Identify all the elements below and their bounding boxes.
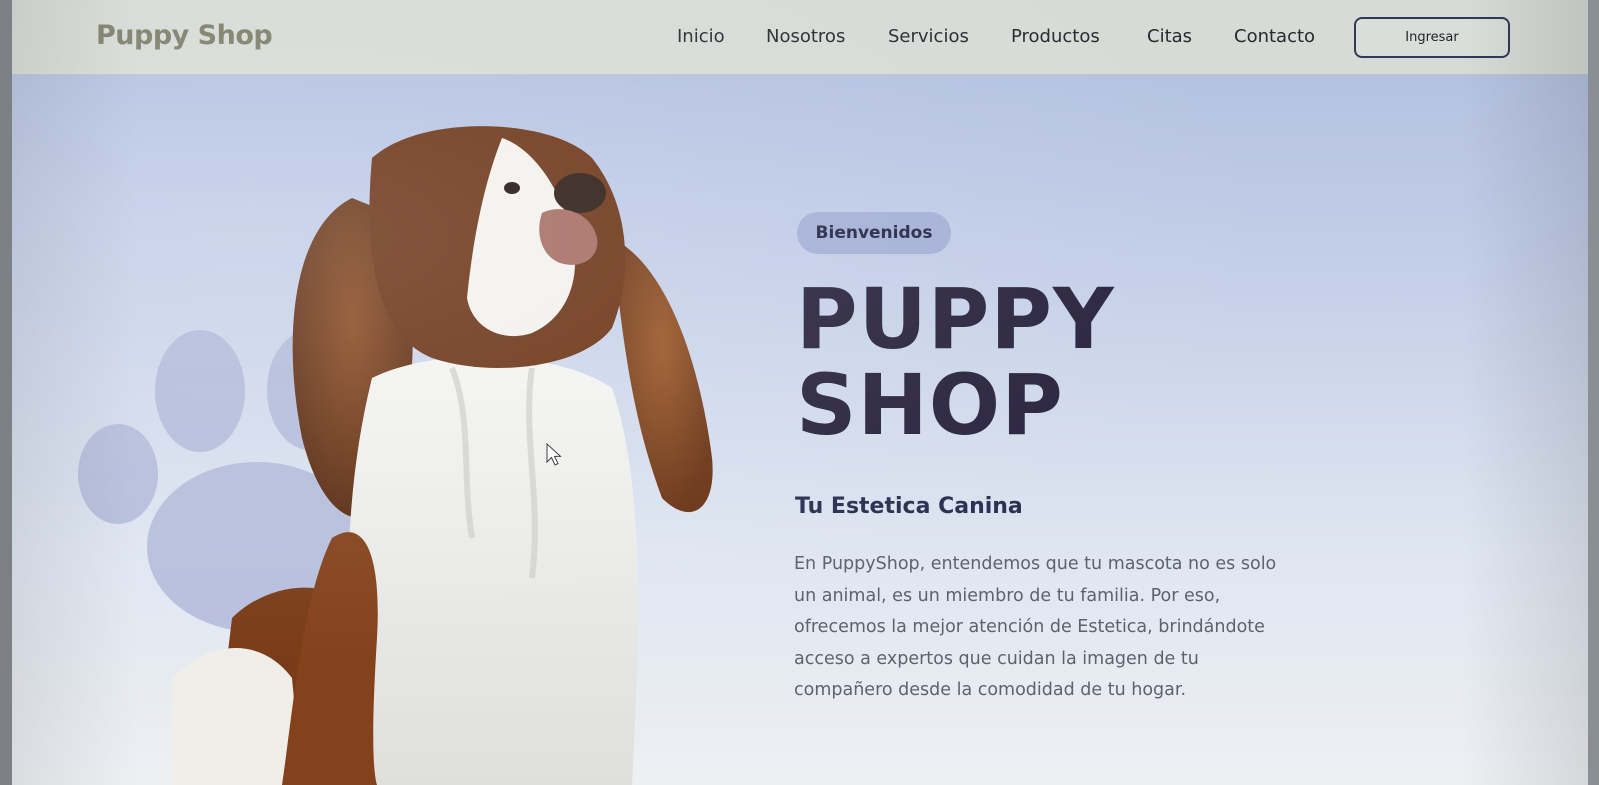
- nav-item-contacto[interactable]: Contacto: [1234, 26, 1315, 47]
- nav-item-productos[interactable]: Productos: [1011, 26, 1100, 47]
- dog-photo: [172, 126, 713, 785]
- hero-title: PUPPY SHOP: [796, 276, 1115, 448]
- mouse-cursor-icon: [546, 443, 562, 466]
- hero-title-line2: SHOP: [796, 356, 1064, 454]
- hero-subtitle: Tu Estetica Canina: [795, 494, 1023, 519]
- nav-item-nosotros[interactable]: Nosotros: [766, 26, 845, 47]
- monitor-bezel-left: [0, 0, 12, 785]
- welcome-badge: Bienvenidos: [797, 212, 951, 254]
- nav-item-inicio[interactable]: Inicio: [677, 26, 725, 47]
- monitor-bezel-right: [1588, 0, 1599, 785]
- login-button[interactable]: Ingresar: [1354, 17, 1510, 58]
- browser-viewport: Puppy Shop Inicio Nosotros Servicios Pro…: [12, 0, 1588, 785]
- brand-logo[interactable]: Puppy Shop: [96, 20, 273, 51]
- top-navbar: Puppy Shop Inicio Nosotros Servicios Pro…: [12, 0, 1588, 75]
- nav-item-servicios[interactable]: Servicios: [888, 26, 969, 47]
- hero-description: En PuppyShop, entendemos que tu mascota …: [794, 554, 1277, 700]
- nav-item-citas[interactable]: Citas: [1147, 26, 1192, 47]
- hero-title-line1: PUPPY: [796, 270, 1115, 368]
